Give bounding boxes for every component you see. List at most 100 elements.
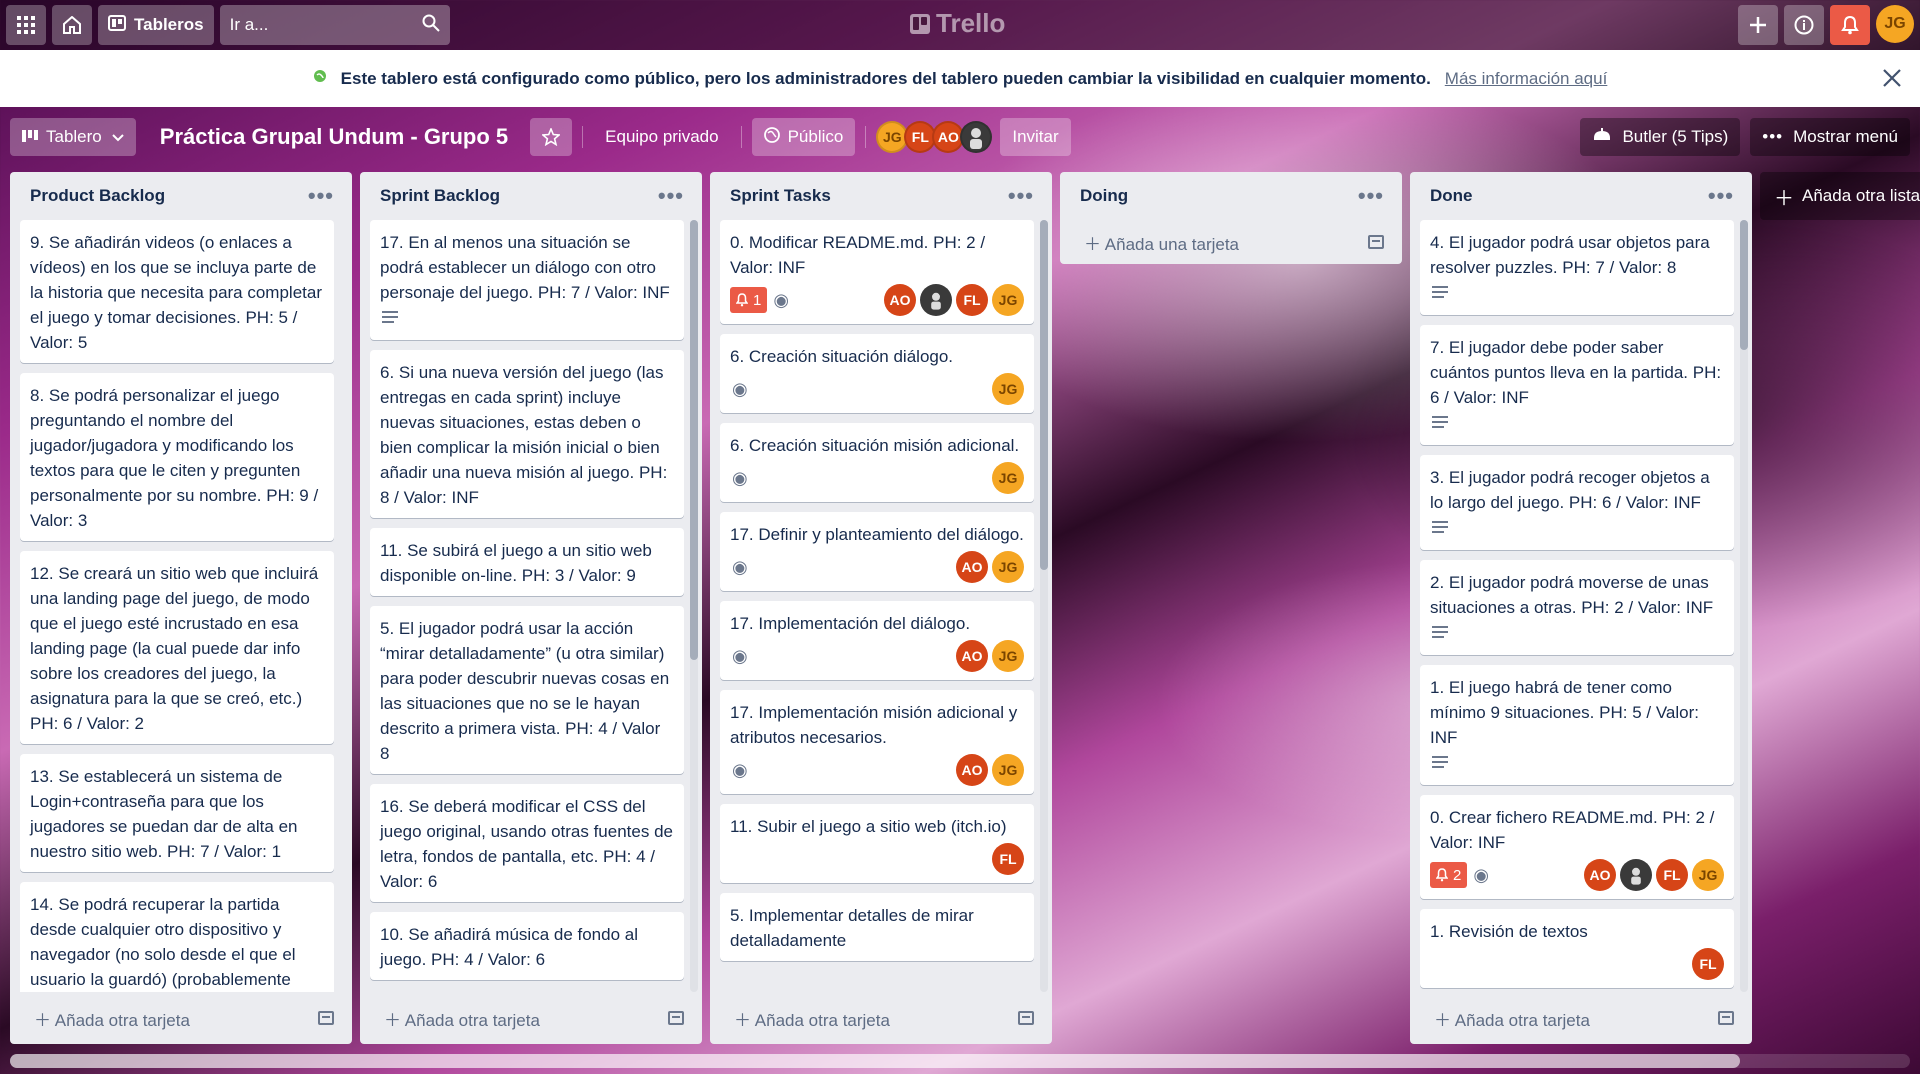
list-header[interactable]: Sprint Backlog ••• bbox=[360, 172, 702, 220]
card[interactable]: 4. El jugador podrá usar objetos para re… bbox=[1420, 220, 1734, 315]
card[interactable]: 7. El jugador debe poder saber cuántos p… bbox=[1420, 325, 1734, 445]
member-avatar[interactable]: AO bbox=[956, 754, 988, 786]
card[interactable]: 0. Crear fichero README.md. PH: 2 / Valo… bbox=[1420, 795, 1734, 899]
member-photo-avatar[interactable] bbox=[1620, 859, 1652, 891]
card-members: AO JG bbox=[952, 551, 1024, 583]
card[interactable]: 1. El juego habrá de tener como mínimo 9… bbox=[1420, 665, 1734, 785]
add-list-button[interactable]: ＋ Añada otra lista bbox=[1760, 172, 1920, 220]
list-scrollbar[interactable] bbox=[690, 220, 698, 992]
add-card-label: Añada una tarjeta bbox=[1104, 234, 1240, 254]
card[interactable]: 6. Creación situación diálogo. ◉ JG bbox=[720, 334, 1034, 413]
member-avatar[interactable]: FL bbox=[1656, 859, 1688, 891]
notification-count: 2 bbox=[1453, 866, 1462, 884]
scrollbar-thumb[interactable] bbox=[1740, 220, 1748, 350]
board-view-switcher[interactable]: Tablero bbox=[10, 118, 136, 156]
member-photo-avatar[interactable] bbox=[960, 121, 993, 153]
card[interactable]: 10. Se añadirá música de fondo al juego.… bbox=[370, 912, 684, 980]
card[interactable]: 17. Definir y planteamiento del diálogo.… bbox=[720, 512, 1034, 591]
card[interactable]: 0. Modificar README.md. PH: 2 / Valor: I… bbox=[720, 220, 1034, 324]
card[interactable]: 1. Revisión de textos FL bbox=[1420, 909, 1734, 988]
member-avatar[interactable]: JG bbox=[992, 373, 1024, 405]
list-header[interactable]: Done ••• bbox=[1410, 172, 1752, 220]
member-avatar[interactable]: JG bbox=[992, 754, 1024, 786]
member-avatar[interactable]: AO bbox=[1584, 859, 1616, 891]
member-avatar[interactable]: JG bbox=[1692, 859, 1724, 891]
user-avatar[interactable]: JG bbox=[1876, 5, 1914, 43]
list-title: Doing bbox=[1080, 186, 1129, 205]
card[interactable]: 2. El jugador podrá moverse de unas situ… bbox=[1420, 560, 1734, 655]
globe-icon bbox=[313, 69, 327, 88]
card-template-icon[interactable] bbox=[668, 1011, 684, 1025]
card-template-icon[interactable] bbox=[318, 1011, 334, 1025]
card[interactable]: 11. Subir el juego a sitio web (itch.io)… bbox=[720, 804, 1034, 883]
banner-close-icon[interactable] bbox=[1882, 62, 1902, 96]
list-menu-icon[interactable]: ••• bbox=[658, 183, 684, 209]
scrollbar-thumb[interactable] bbox=[1040, 220, 1048, 570]
add-card-button[interactable]: ＋ Añada otra tarjeta bbox=[1434, 1006, 1590, 1031]
banner-more-info-link[interactable]: Más información aquí bbox=[1445, 69, 1608, 89]
card[interactable]: 3. El jugador podrá recoger objetos a lo… bbox=[1420, 455, 1734, 550]
scrollbar-thumb[interactable] bbox=[690, 220, 698, 660]
card[interactable]: 8. Se podrá personalizar el juego pregun… bbox=[20, 373, 334, 541]
card[interactable]: 16. Se deberá modificar el CSS del juego… bbox=[370, 784, 684, 902]
add-card-button[interactable]: ＋ Añada otra tarjeta bbox=[734, 1006, 890, 1031]
card-title: 5. Implementar detalles de mirar detalla… bbox=[730, 906, 974, 950]
invite-button[interactable]: Invitar bbox=[1000, 118, 1071, 156]
card[interactable]: 17. Implementación del diálogo. ◉ AO JG bbox=[720, 601, 1034, 680]
card[interactable]: 9. Se añadirán videos (o enlaces a vídeo… bbox=[20, 220, 334, 363]
member-avatar[interactable]: AO bbox=[884, 284, 916, 316]
list-header[interactable]: Sprint Tasks ••• bbox=[710, 172, 1052, 220]
member-avatar[interactable]: FL bbox=[1692, 948, 1724, 980]
home-icon[interactable] bbox=[52, 5, 92, 45]
apps-grid-icon[interactable] bbox=[6, 5, 46, 45]
list-menu-icon[interactable]: ••• bbox=[1708, 183, 1734, 209]
card[interactable]: 13. Se establecerá un sistema de Login+c… bbox=[20, 754, 334, 872]
scrollbar-thumb[interactable] bbox=[10, 1054, 1740, 1068]
card[interactable]: 17. En al menos una situación se podrá e… bbox=[370, 220, 684, 340]
member-avatar[interactable]: AO bbox=[956, 640, 988, 672]
team-button[interactable]: Equipo privado bbox=[593, 118, 730, 156]
list-menu-icon[interactable]: ••• bbox=[308, 183, 334, 209]
board-title[interactable]: Práctica Grupal Undum - Grupo 5 bbox=[146, 124, 522, 150]
card[interactable]: 17. Implementación misión adicional y at… bbox=[720, 690, 1034, 794]
card[interactable]: 12. Se creará un sitio web que incluirá … bbox=[20, 551, 334, 744]
card[interactable]: 6. Si una nueva versión del juego (las e… bbox=[370, 350, 684, 518]
member-avatar[interactable]: FL bbox=[992, 843, 1024, 875]
member-avatar[interactable]: JG bbox=[992, 640, 1024, 672]
card[interactable]: 5. Implementar detalles de mirar detalla… bbox=[720, 893, 1034, 961]
card-template-icon[interactable] bbox=[1718, 1011, 1734, 1025]
list-header[interactable]: Doing ••• bbox=[1060, 172, 1402, 220]
list-scrollbar[interactable] bbox=[1040, 220, 1048, 992]
member-avatar[interactable]: JG bbox=[992, 551, 1024, 583]
member-avatar[interactable]: JG bbox=[992, 462, 1024, 494]
search-input[interactable]: Ir a... bbox=[219, 5, 450, 45]
list-header[interactable]: Product Backlog ••• bbox=[10, 172, 352, 220]
card-template-icon[interactable] bbox=[1368, 235, 1384, 249]
visibility-button[interactable]: Público bbox=[751, 118, 856, 156]
member-photo-avatar[interactable] bbox=[920, 284, 952, 316]
info-icon[interactable] bbox=[1784, 5, 1824, 45]
card[interactable]: 5. El jugador podrá usar la acción “mira… bbox=[370, 606, 684, 774]
card[interactable]: 11. Se subirá el juego a un sitio web di… bbox=[370, 528, 684, 596]
add-card-button[interactable]: ＋ Añada otra tarjeta bbox=[384, 1006, 540, 1031]
member-avatar[interactable]: AO bbox=[956, 551, 988, 583]
card[interactable]: 14. Se podrá recuperar la partida desde … bbox=[20, 882, 334, 992]
member-avatar[interactable]: FL bbox=[956, 284, 988, 316]
list-scrollbar[interactable] bbox=[1740, 220, 1748, 992]
add-card-button[interactable]: ＋ Añada otra tarjeta bbox=[34, 1006, 190, 1031]
boards-button[interactable]: Tableros bbox=[98, 5, 214, 45]
card-template-icon[interactable] bbox=[1018, 1011, 1034, 1025]
member-avatar[interactable]: JG bbox=[992, 284, 1024, 316]
card[interactable]: 6. Creación situación misión adicional. … bbox=[720, 423, 1034, 502]
show-menu-button[interactable]: ••• Mostrar menú bbox=[1750, 118, 1910, 156]
add-card-button[interactable]: ＋ Añada una tarjeta bbox=[1084, 230, 1239, 255]
star-board-icon[interactable] bbox=[530, 118, 573, 156]
notifications-bell-icon[interactable] bbox=[1830, 5, 1870, 45]
create-plus-icon[interactable] bbox=[1738, 5, 1778, 45]
butler-button[interactable]: Butler (5 Tips) bbox=[1580, 118, 1741, 156]
trello-logo[interactable]: Trello bbox=[910, 8, 1005, 39]
list-menu-icon[interactable]: ••• bbox=[1008, 183, 1034, 209]
list-menu-icon[interactable]: ••• bbox=[1358, 183, 1384, 209]
board-horizontal-scrollbar[interactable] bbox=[10, 1054, 1910, 1068]
description-icon bbox=[1432, 521, 1448, 533]
